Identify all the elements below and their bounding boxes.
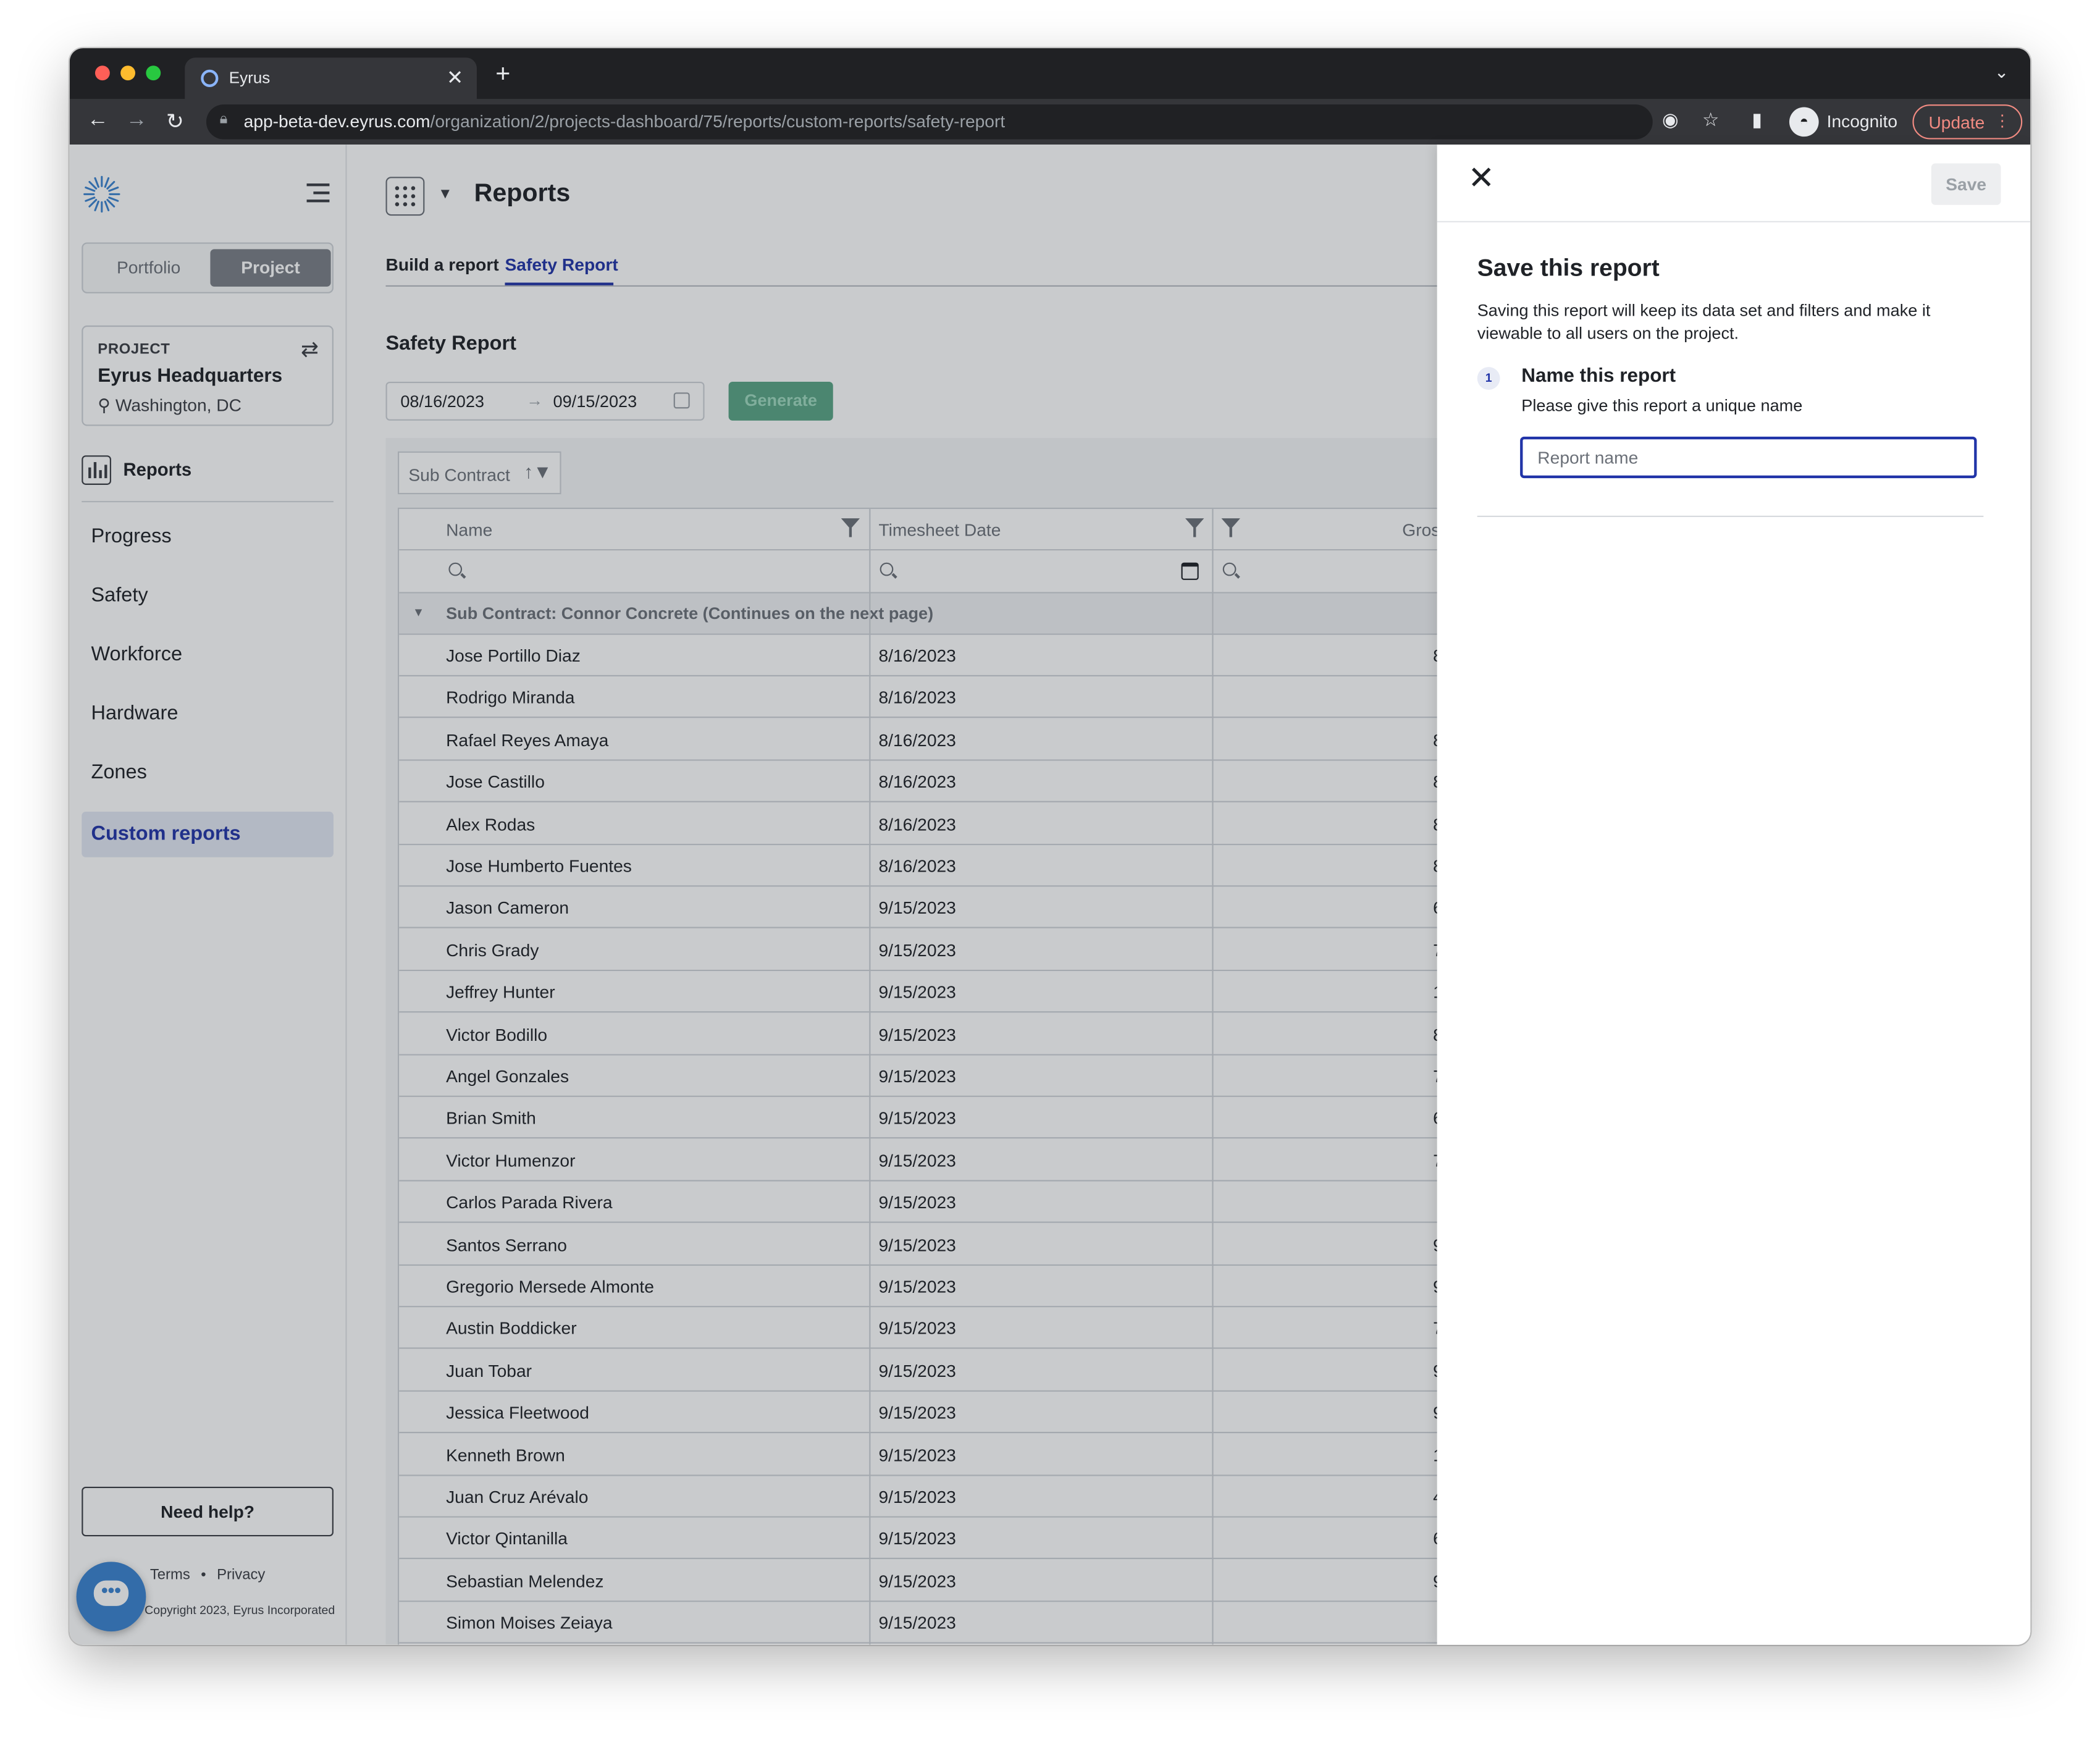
browser-tab[interactable]: Eyrus ✕ [185,57,477,99]
update-button[interactable]: Update ⋮ [1912,104,2023,140]
step-title: Name this report [1521,365,1676,387]
panel-header: ✕ Save [1437,145,2031,222]
incognito-indicator[interactable]: ◓ Incognito [1787,104,1905,139]
more-vert-icon: ⋮ [1994,111,2010,130]
url-host: app-beta-dev.eyrus.com [243,111,430,132]
panel-description: Saving this report will keep its data se… [1477,301,1931,343]
maximize-window-button[interactable] [146,65,161,81]
panel-divider [1477,515,1984,517]
address-bar[interactable]: 🔒︎ app-beta-dev.eyrus.com/organization/2… [206,104,1653,140]
lock-icon: 🔒︎ [219,111,228,127]
side-panel-icon[interactable]: ▮ [1752,109,1762,132]
tab-close-icon[interactable]: ✕ [447,65,463,90]
tab-title: Eyrus [229,68,271,87]
update-label: Update [1928,112,1985,133]
save-report-panel: ✕ Save Save this report Saving this repo… [1437,145,2031,1645]
panel-title: Save this report [1477,254,1660,282]
tab-favicon-icon [201,69,219,87]
minimize-window-button[interactable] [120,65,136,81]
save-button[interactable]: Save [1931,163,2001,205]
incognito-icon: ◓ [1789,107,1819,137]
report-name-input[interactable] [1520,436,1977,479]
star-icon[interactable]: ☆ [1702,109,1719,132]
screenshot-stage: Eyrus ✕ + ⌄ ← → ↻ 🔒︎ app-beta-dev.eyrus.… [0,0,2100,1737]
step-subtitle: Please give this report a unique name [1521,396,1803,416]
new-tab-icon[interactable]: + [495,61,510,90]
eye-off-icon[interactable]: ◉ [1662,109,1678,132]
reload-icon[interactable]: ↻ [166,109,184,135]
browser-toolbar: ← → ↻ 🔒︎ app-beta-dev.eyrus.com/organiza… [69,99,2031,145]
incognito-label: Incognito [1826,111,1898,132]
step-number-badge: 1 [1477,367,1500,390]
close-window-button[interactable] [94,65,110,81]
tab-search-chevron-icon[interactable]: ⌄ [1994,62,2009,83]
browser-titlebar: Eyrus ✕ + ⌄ [69,48,2031,99]
back-arrow-icon[interactable]: ← [87,109,109,133]
url-text: app-beta-dev.eyrus.com/organization/2/pr… [244,111,1006,132]
browser-window: Eyrus ✕ + ⌄ ← → ↻ 🔒︎ app-beta-dev.eyrus.… [69,48,2031,1645]
close-icon[interactable]: ✕ [1468,162,1495,196]
forward-arrow-icon[interactable]: → [126,109,148,133]
url-path: /organization/2/projects-dashboard/75/re… [430,111,1006,132]
